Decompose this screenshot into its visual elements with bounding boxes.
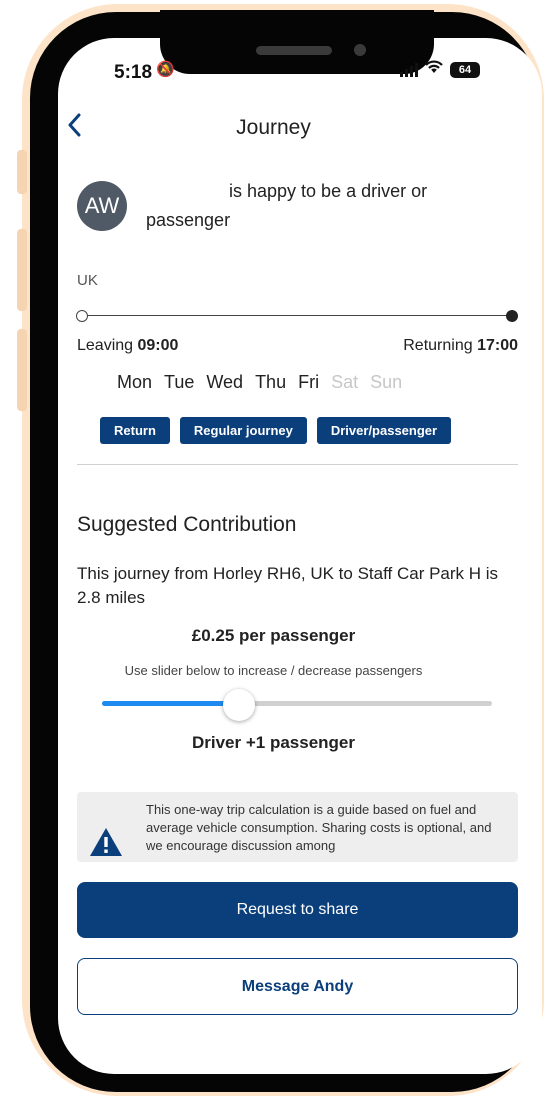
status-time: 5:18 [114,62,153,83]
tag-return: Return [100,417,170,444]
leaving-time: Leaving 09:00 [77,337,179,354]
day-wed: Wed [206,372,244,392]
driver-intro-line2: passenger [146,210,231,230]
day-sat: Sat [331,372,359,392]
returning-time: Returning 17:00 [403,337,518,354]
route-region: UK [77,272,98,289]
notice-text: This one-way trip calculation is a guide… [146,802,492,853]
bell-slash-icon: 🔕 [156,61,175,78]
slider-hint: Use slider below to increase / decrease … [124,663,423,678]
page-title: Journey [236,116,311,139]
phone-notch [160,10,434,74]
route-line [82,315,510,316]
message-driver-button[interactable]: Message Andy [77,958,518,1015]
weekday-list: Mon Tue Wed Thu Fri Sat Sun [117,372,402,393]
tag-regular-journey: Regular journey [179,417,307,444]
volume-up-button [17,229,27,311]
passenger-count-label: Driver +1 passenger [191,733,355,752]
day-tue: Tue [164,372,195,392]
notch-camera [354,44,366,56]
slider-thumb[interactable] [222,689,255,721]
driver-intro-line1: is happy to be a driver or [229,181,428,201]
mute-switch [17,150,27,194]
journey-tags: Return Regular journey Driver/passenger [100,417,452,444]
section-divider [77,464,518,465]
slider-fill [102,701,239,706]
notch-speaker [256,46,332,55]
price-per-passenger: £0.25 per passenger [191,626,356,645]
route-end-dot [506,310,518,322]
passenger-slider[interactable] [102,689,492,721]
route-start-dot [76,310,88,322]
journey-times: Leaving 09:00 Returning 17:00 [77,337,518,355]
day-fri: Fri [298,372,320,392]
signal-icon [400,62,418,77]
status-icons: 64 [400,60,480,79]
avatar[interactable]: AW [77,181,127,231]
day-sun: Sun [370,372,403,392]
day-thu: Thu [255,372,287,392]
request-to-share-button[interactable]: Request to share [77,882,518,938]
cost-notice: This one-way trip calculation is a guide… [77,792,518,862]
journey-description: This journey from Horley RH6, UK to Staf… [77,564,499,607]
battery-indicator: 64 [450,61,480,78]
day-mon: Mon [117,372,153,392]
wifi-icon [425,60,443,79]
contribution-title: Suggested Contribution [77,513,297,536]
warning-triangle-icon [90,828,122,856]
volume-down-button [17,329,27,411]
tag-driver-passenger: Driver/passenger [316,417,452,444]
